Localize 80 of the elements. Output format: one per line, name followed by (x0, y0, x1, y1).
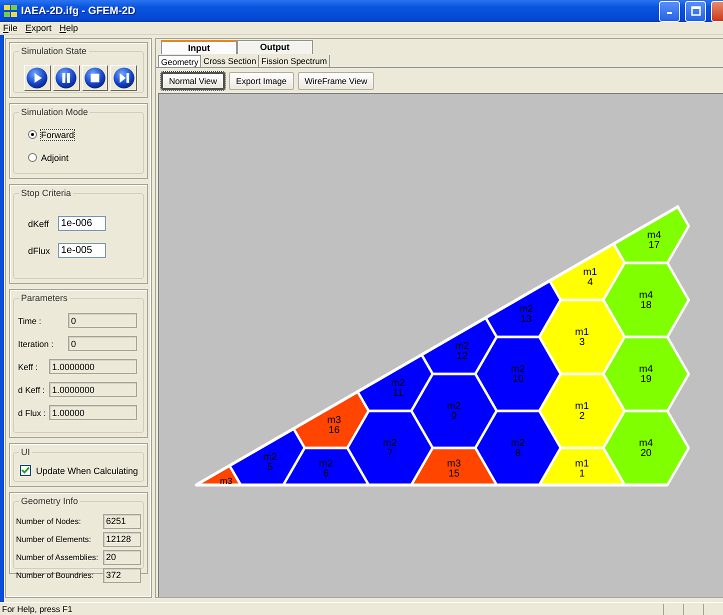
field-label: Number of Nodes: (16, 516, 82, 526)
readonly-field[interactable]: 372 (103, 568, 141, 582)
readonly-field[interactable]: 6251 (103, 514, 141, 528)
assembly-label: m3 16 (327, 415, 342, 436)
readonly-field[interactable]: 1.0000000 (49, 382, 137, 397)
assembly-label: m2 6 (319, 458, 333, 480)
group-title: UI (19, 446, 32, 458)
window-title: IAEA-2D.ifg - GFEM-2D (21, 5, 136, 17)
pause-icon (55, 67, 78, 89)
assembly-label: m1 3 (575, 327, 589, 348)
group-title: Simulation State (19, 45, 89, 57)
readonly-field[interactable]: 1.00000 (49, 405, 137, 420)
skip-next-button[interactable] (110, 65, 137, 91)
radio-label[interactable]: Forward (41, 130, 74, 140)
readonly-field[interactable]: 0 (68, 313, 137, 328)
tab[interactable]: Geometry (158, 55, 202, 67)
assembly-label: m2 10 (511, 364, 525, 385)
group-title: Geometry Info (19, 495, 80, 507)
radio-button[interactable] (28, 153, 37, 162)
radio-button[interactable] (28, 130, 37, 139)
input-field[interactable]: 1e-005 (58, 243, 106, 258)
field-label: d Keff : (18, 384, 46, 394)
field-label: Time : (18, 316, 42, 326)
readonly-field[interactable]: 20 (103, 550, 141, 564)
field-label: Iteration : (18, 338, 54, 348)
tab[interactable]: Fission Spectrum (259, 55, 330, 67)
assembly-label: m4 19 (639, 364, 653, 385)
readonly-field[interactable]: 1.0000000 (49, 359, 137, 374)
assembly-label: m2 9 (447, 401, 461, 422)
tab[interactable]: Output (237, 40, 312, 54)
assembly-label: m2 5 (263, 452, 278, 473)
input-field[interactable]: 1e-006 (58, 216, 106, 231)
assembly-label: m2 7 (383, 438, 397, 459)
checkbox[interactable] (20, 465, 31, 476)
tab[interactable]: Input (161, 40, 237, 54)
skip-next-icon (112, 67, 135, 89)
field-label: Number of Assemblies: (16, 552, 100, 562)
play-icon (26, 67, 48, 89)
menu-item[interactable]: Help (60, 22, 78, 34)
view-button[interactable]: Export Image (229, 72, 294, 90)
assembly-label: m4 18 (639, 290, 653, 311)
assembly-label: m2 13 (519, 304, 534, 325)
assembly-label: m2 12 (455, 341, 470, 362)
maximize-button[interactable] (685, 0, 706, 22)
field-label: Number of Boundries: (16, 570, 95, 580)
minimize-button[interactable] (659, 0, 680, 22)
play-button[interactable] (24, 65, 51, 91)
assembly-label: m1 2 (575, 401, 589, 422)
stop-button[interactable] (82, 65, 108, 91)
readonly-field[interactable]: 0 (68, 336, 137, 351)
readonly-field[interactable]: 12128 (103, 532, 141, 546)
assembly-label: m3 (220, 476, 232, 486)
assembly-label: m1 4 (583, 267, 598, 288)
assembly-label: m1 1 (575, 458, 589, 480)
view-button[interactable]: WireFrame View (298, 72, 374, 90)
field-label: Number of Elements: (16, 534, 92, 544)
group-title: Parameters (19, 292, 70, 304)
assembly-label: m3 15 (447, 458, 461, 480)
assembly-label: m2 11 (391, 378, 406, 399)
close-button[interactable] (711, 0, 723, 22)
field-label: d Flux : (18, 408, 47, 418)
menu-item[interactable]: Export (26, 22, 52, 34)
view-button[interactable]: Normal View (161, 72, 226, 90)
stop-icon (84, 67, 106, 89)
pause-button[interactable] (52, 65, 80, 91)
menu-item[interactable]: File (3, 22, 18, 34)
radio-label[interactable]: Adjoint (41, 152, 69, 162)
field-label: Keff : (18, 362, 39, 372)
field-label: dKeff (28, 218, 50, 228)
app-icon (4, 4, 18, 18)
assembly-label: m2 8 (511, 438, 525, 459)
maximize-icon (690, 6, 700, 16)
group-title: Stop Criteria (19, 187, 74, 199)
checkbox-label[interactable]: Update When Calculating (36, 466, 138, 476)
field-label: dFlux (28, 246, 52, 256)
group-title: Simulation Mode (19, 106, 90, 118)
status-text: For Help, press F1 (2, 604, 74, 614)
tab[interactable]: Cross Section (201, 55, 260, 67)
assembly-label: m4 17 (647, 230, 662, 252)
assembly-label: m4 20 (639, 438, 653, 459)
